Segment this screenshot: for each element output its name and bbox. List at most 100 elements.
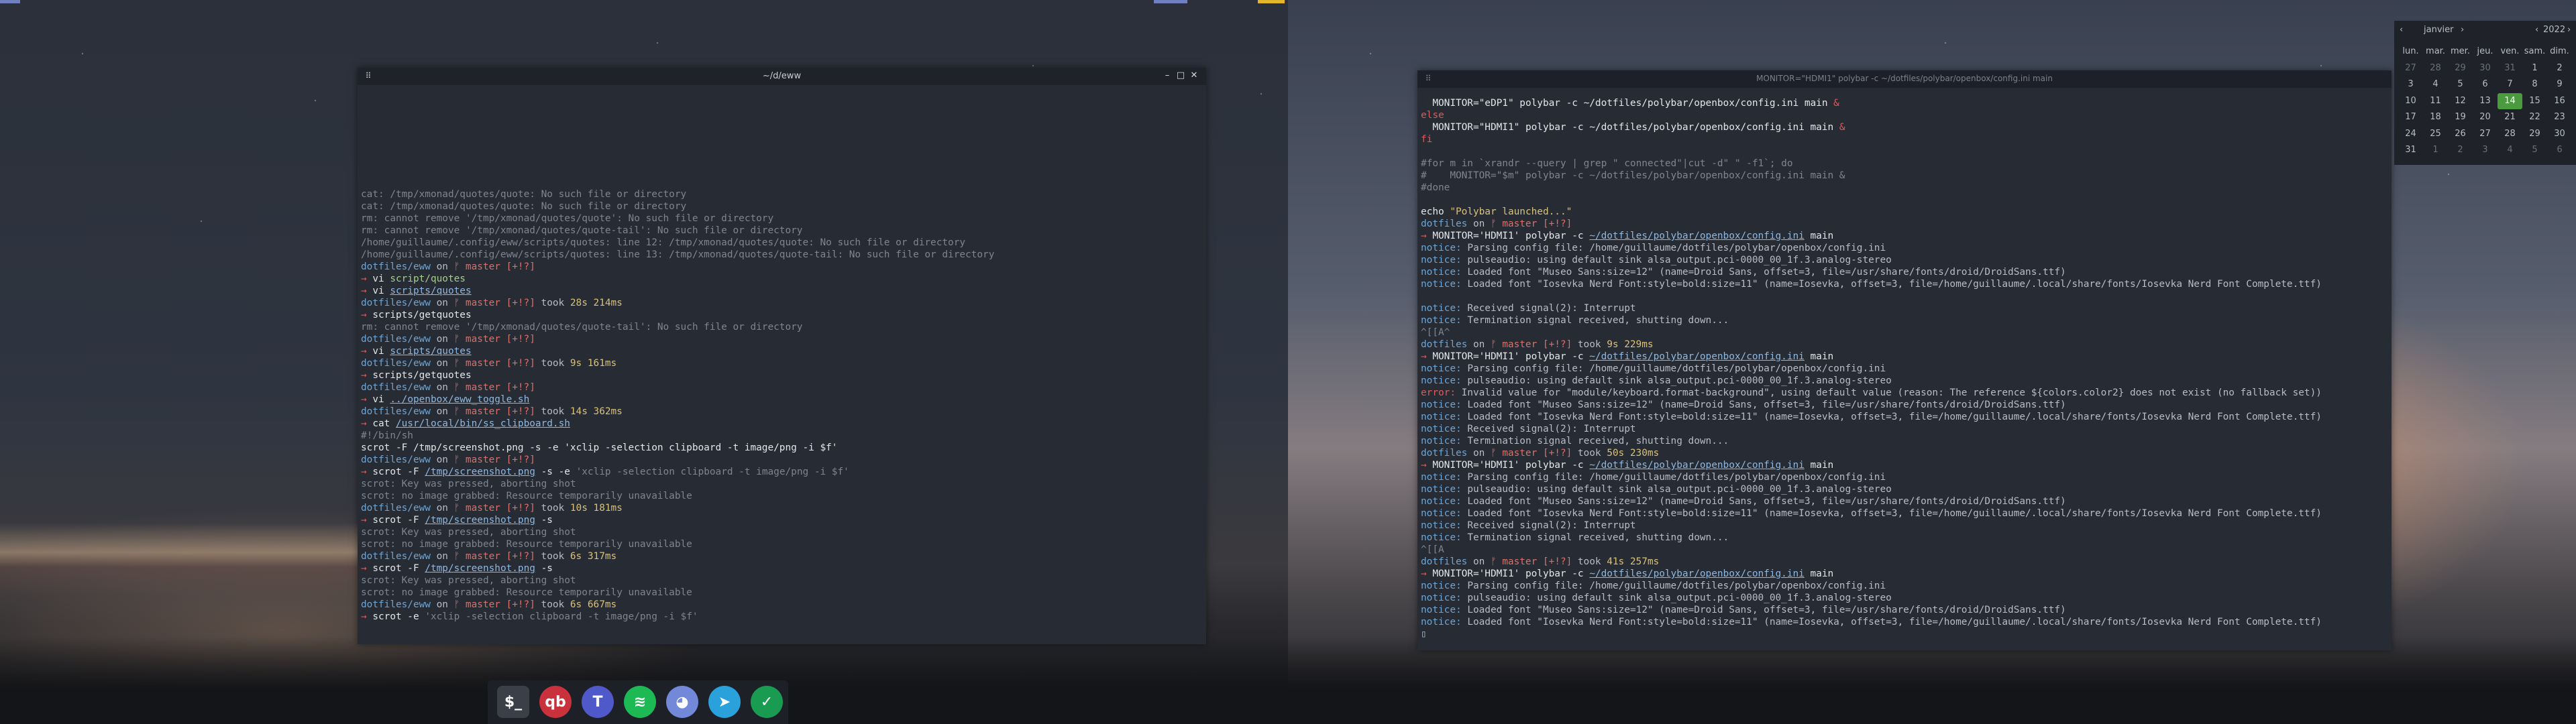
calendar-day[interactable]: 8 — [2522, 76, 2547, 93]
calendar-day[interactable]: 5 — [2448, 76, 2473, 93]
calendar-day[interactable]: 6 — [2473, 76, 2498, 93]
calendar-day[interactable]: 27 — [2473, 126, 2498, 142]
calendar-day[interactable]: 31 — [2398, 142, 2423, 158]
window-titlebar[interactable]: ⠿ ~/d/eww – □ ✕ — [358, 68, 1206, 85]
terminal-text: # MONITOR="$m" polybar -c ~/dotfiles/pol… — [1421, 170, 1845, 181]
terminal-icon[interactable]: $_ — [497, 686, 529, 718]
teams-icon[interactable]: T — [582, 686, 614, 718]
calendar-day[interactable]: 2 — [2547, 60, 2572, 76]
calendar-day[interactable]: 5 — [2522, 142, 2547, 158]
calendar-day[interactable]: 25 — [2423, 126, 2448, 142]
terminal-text: Received signal(2): Interrupt — [1461, 424, 1636, 434]
calendar-day[interactable]: 30 — [2473, 60, 2498, 76]
minimize-icon[interactable]: – — [1162, 70, 1173, 81]
discord-icon[interactable]: ◕ — [666, 686, 698, 718]
terminal-window-eww[interactable]: ⠿ ~/d/eww – □ ✕ cat: /tmp/xmonad/quotes/… — [358, 68, 1206, 644]
calendar-day[interactable]: 4 — [2498, 142, 2522, 158]
terminal-text: dotfiles/eww — [361, 358, 431, 369]
terminal-output[interactable]: cat: /tmp/xmonad/quotes/quote: No such f… — [361, 188, 1203, 642]
workspace-indicator-urgent[interactable] — [1258, 0, 1285, 3]
terminal-text: /home/guillaume/.config/eww/scripts/quot… — [361, 237, 966, 248]
terminal-text[interactable]: ~/dotfiles/polybar/openbox/config.ini — [1589, 460, 1805, 471]
terminal-line: → vi script/quotes — [361, 273, 1203, 285]
calendar-day[interactable]: 12 — [2448, 93, 2473, 109]
calendar-day[interactable]: 20 — [2473, 109, 2498, 125]
calendar-widget[interactable]: ‹ janvier › ‹ 2022 › lun. mar. mer. jeu. ven… — [2394, 21, 2576, 165]
calendar-day-today[interactable]: 14 — [2498, 93, 2522, 109]
terminal-text[interactable]: ~/dotfiles/polybar/openbox/config.ini — [1589, 351, 1805, 362]
terminal-text: -s — [535, 515, 553, 526]
terminal-line: → scripts/getquotes — [361, 369, 1203, 381]
terminal-text[interactable]: ../openbox/eww_toggle.sh — [390, 394, 529, 405]
terminal-line: dotfiles/eww on ᚠ master [+!?] took 10s … — [361, 502, 1203, 514]
calendar-day[interactable]: 29 — [2448, 60, 2473, 76]
calendar-day[interactable]: 31 — [2498, 60, 2522, 76]
calendar-day[interactable]: 16 — [2547, 93, 2572, 109]
calendar-day[interactable]: 1 — [2522, 60, 2547, 76]
workspace-indicator[interactable] — [0, 0, 20, 3]
calendar-day[interactable]: 15 — [2522, 93, 2547, 109]
window-title: MONITOR="HDMI1" polybar -c ~/dotfiles/po… — [1756, 74, 2053, 83]
terminal-text[interactable]: /tmp/screenshot.png — [425, 467, 535, 477]
terminal-text: ᚠ master [+!?] — [1490, 339, 1572, 350]
calendar-day[interactable]: 4 — [2423, 76, 2448, 93]
terminal-text: Loaded font "Museo Sans:size=12" (name=D… — [1461, 605, 2066, 615]
terminal-text: notice: — [1421, 508, 1462, 519]
calendar-day[interactable]: 17 — [2398, 109, 2423, 125]
next-month-icon[interactable]: › — [2461, 25, 2464, 35]
next-year-icon[interactable]: › — [2567, 25, 2571, 35]
terminal-window-polybar[interactable]: ⠿ MONITOR="HDMI1" polybar -c ~/dotfiles/… — [1417, 70, 2392, 650]
calendar-day[interactable]: 3 — [2473, 142, 2498, 158]
workspace-indicator-active[interactable] — [1154, 0, 1187, 3]
qbittorrent-icon[interactable]: qb — [539, 686, 572, 718]
terminal-text: Termination signal received, shutting do… — [1461, 436, 1729, 446]
terminal-text[interactable]: /tmp/screenshot.png — [425, 563, 535, 574]
terminal-text[interactable]: ~/dotfiles/polybar/openbox/config.ini — [1589, 231, 1805, 241]
terminal-text[interactable]: ~/dotfiles/polybar/openbox/config.ini — [1589, 568, 1805, 579]
calendar-day[interactable]: 1 — [2423, 142, 2448, 158]
close-icon[interactable]: ✕ — [1189, 70, 1199, 81]
shield-check-icon[interactable]: ✓ — [751, 686, 783, 718]
calendar-day[interactable]: 13 — [2473, 93, 2498, 109]
calendar-day[interactable]: 9 — [2547, 76, 2572, 93]
calendar-day[interactable]: 27 — [2398, 60, 2423, 76]
terminal-text[interactable]: scripts/quotes — [390, 286, 471, 296]
terminal-text: notice: — [1421, 363, 1462, 374]
terminal-text[interactable]: scripts/quotes — [390, 346, 471, 357]
calendar-day[interactable]: 22 — [2522, 109, 2547, 125]
prev-month-icon[interactable]: ‹ — [2400, 25, 2403, 35]
terminal-text[interactable]: /tmp/screenshot.png — [425, 515, 535, 526]
calendar-day[interactable]: 21 — [2498, 109, 2522, 125]
terminal-text: polybar -c ~/dotfiles/polybar/openbox/co… — [1519, 98, 1834, 109]
terminal-text: vi — [372, 394, 390, 405]
calendar-day[interactable]: 19 — [2448, 109, 2473, 125]
calendar-day[interactable]: 29 — [2522, 126, 2547, 142]
telegram-icon[interactable]: ➤ — [708, 686, 741, 718]
calendar-day[interactable]: 10 — [2398, 93, 2423, 109]
calendar-day[interactable]: 6 — [2547, 142, 2572, 158]
calendar-day[interactable]: 24 — [2398, 126, 2423, 142]
window-titlebar[interactable]: ⠿ MONITOR="HDMI1" polybar -c ~/dotfiles/… — [1417, 70, 2392, 88]
calendar-day[interactable]: 2 — [2448, 142, 2473, 158]
calendar-day[interactable]: 30 — [2547, 126, 2572, 142]
calendar-day[interactable]: 3 — [2398, 76, 2423, 93]
terminal-text: pulseaudio: using default sink alsa_outp… — [1461, 375, 1892, 386]
calendar-day[interactable]: 28 — [2423, 60, 2448, 76]
calendar-day[interactable]: 18 — [2423, 109, 2448, 125]
prev-year-icon[interactable]: ‹ — [2535, 25, 2538, 35]
terminal-text[interactable]: /usr/local/bin/ss_clipboard.sh — [396, 418, 570, 429]
terminal-text: ᚠ master [+!?] — [1490, 219, 1572, 229]
maximize-icon[interactable]: □ — [1175, 70, 1186, 81]
calendar-day[interactable]: 11 — [2423, 93, 2448, 109]
calendar-weekday-row: lun. mar. mer. jeu. ven. sam. dim. — [2394, 44, 2576, 60]
calendar-day[interactable]: 7 — [2498, 76, 2522, 93]
spotify-icon[interactable]: ≋ — [624, 686, 656, 718]
calendar-day[interactable]: 26 — [2448, 126, 2473, 142]
calendar-day[interactable]: 28 — [2498, 126, 2522, 142]
terminal-line: → MONITOR='HDMI1' polybar -c ~/dotfiles/… — [1421, 568, 2388, 580]
terminal-text: scripts/getquotes — [372, 310, 472, 320]
calendar-day[interactable]: 23 — [2547, 109, 2572, 125]
terminal-output[interactable]: MONITOR="eDP1" polybar -c ~/dotfiles/pol… — [1421, 97, 2388, 648]
